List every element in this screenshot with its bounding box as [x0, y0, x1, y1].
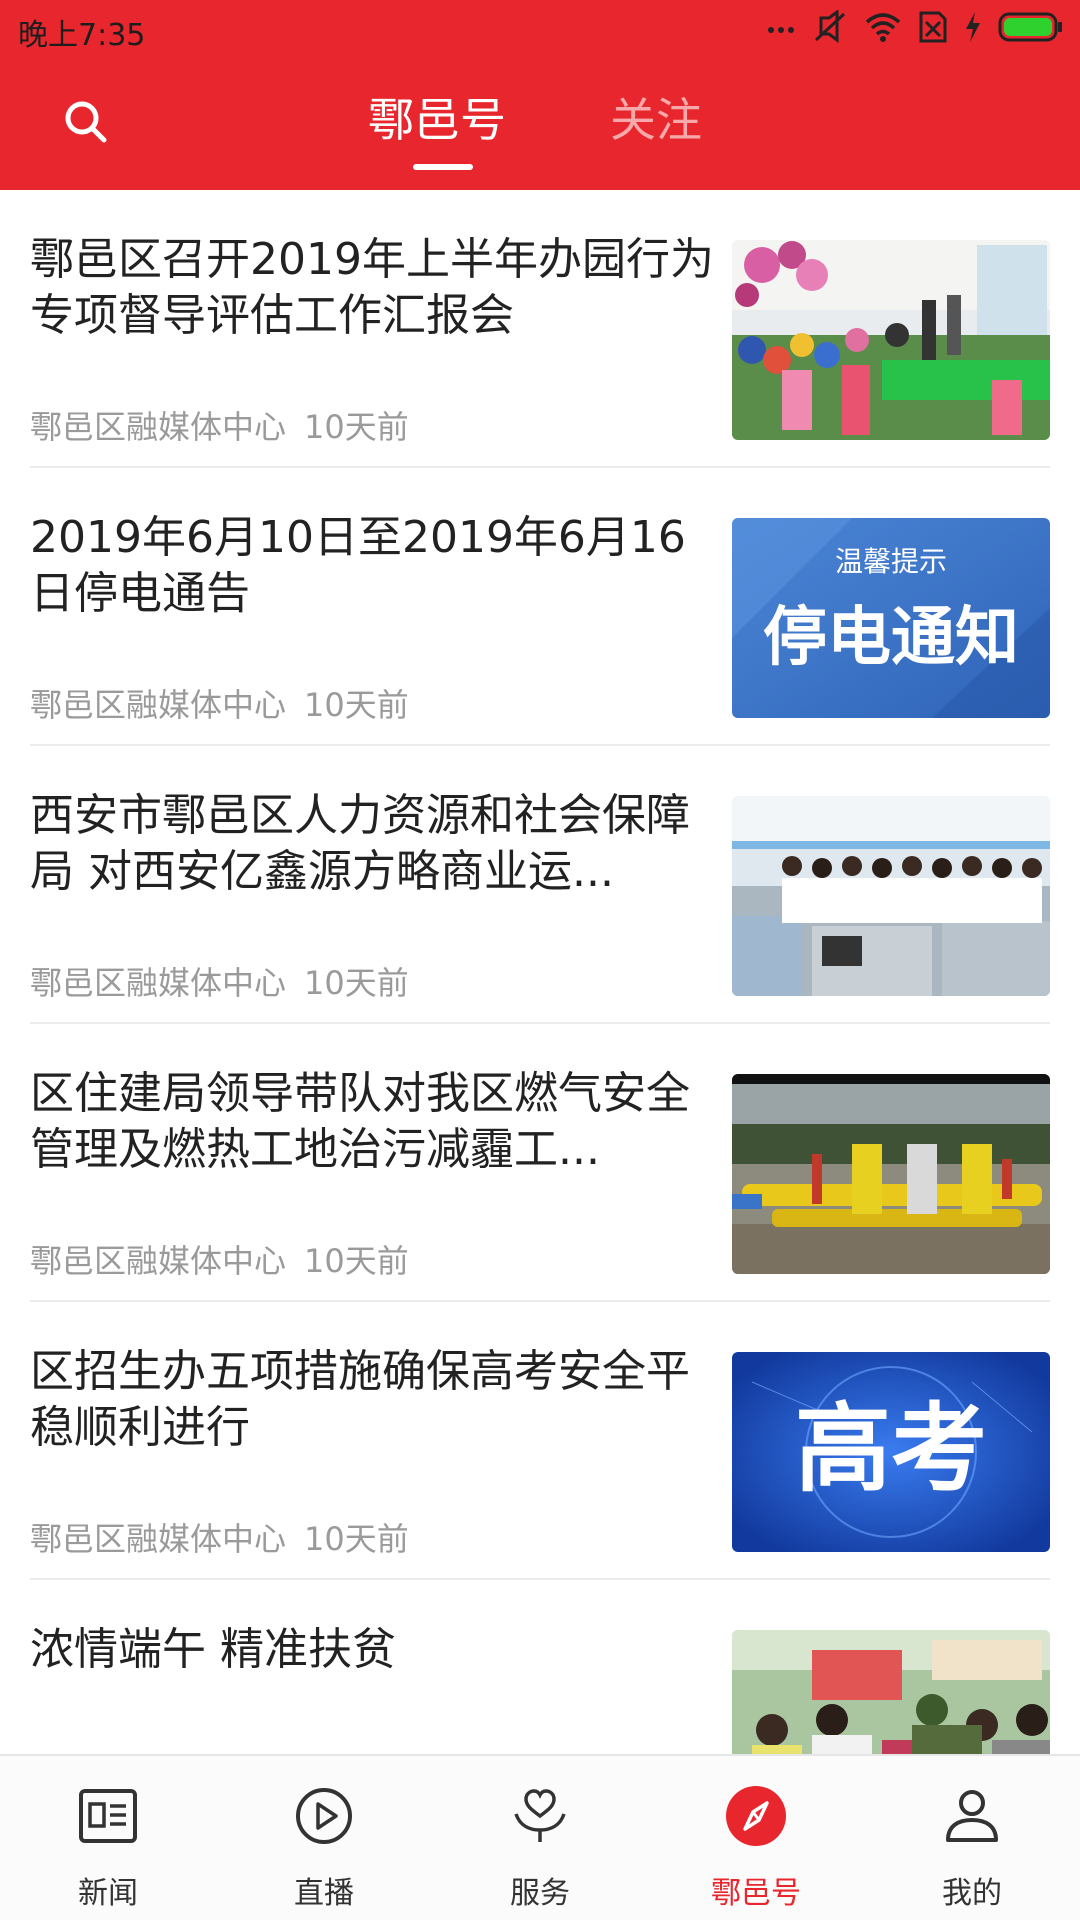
gaokao-thumbnail[interactable]: 高考 — [732, 1352, 1050, 1552]
battery-icon — [998, 11, 1064, 43]
search-icon — [62, 98, 110, 150]
wifi-icon — [864, 10, 902, 44]
news-source: 鄠邑区融媒体中心 — [30, 964, 287, 1002]
sim-off-icon — [918, 10, 948, 44]
nav-label: 我的 — [942, 1876, 1002, 1911]
kindergarten-classroom-thumbnail[interactable] — [732, 240, 1050, 440]
newspaper-icon — [76, 1784, 140, 1848]
news-item[interactable]: 鄠邑区召开2019年上半年办园行为专项督导评估工作汇报会 鄠邑区融媒体中心 10天… — [30, 190, 1050, 468]
tab-huyi-hao[interactable]: 鄠邑号 — [368, 90, 506, 150]
nav-item-news[interactable]: 新闻 — [0, 1756, 216, 1920]
thumbnail-caption-main: 高考 — [795, 1393, 987, 1505]
news-title: 区住建局领导带队对我区燃气安全管理及燃热工地治污减霾工... — [30, 1068, 690, 1175]
festival-event-thumbnail[interactable] — [732, 1630, 1050, 1754]
nav-item-live[interactable]: 直播 — [216, 1756, 432, 1920]
play-circle-icon — [292, 1784, 356, 1848]
news-feed[interactable]: 鄠邑区召开2019年上半年办园行为专项督导评估工作汇报会 鄠邑区融媒体中心 10天… — [0, 190, 1080, 1754]
gas-station-thumbnail[interactable] — [732, 1074, 1050, 1274]
news-meta: 鄠邑区融媒体中心 10天前 — [30, 402, 409, 448]
news-meta: 鄠邑区融媒体中心 10天前 — [30, 1236, 409, 1282]
bottom-nav: 新闻 直播 服务 鄠邑号 我的 — [0, 1754, 1080, 1920]
news-item[interactable]: 西安市鄠邑区人力资源和社会保障局 对西安亿鑫源方略商业运... 鄠邑区融媒体中心… — [30, 746, 1050, 1024]
app-header: 晚上7:35 鄠邑号 关注 — [0, 0, 1080, 190]
compass-icon — [724, 1784, 788, 1848]
news-item[interactable]: 浓情端午 精准扶贫 — [30, 1580, 1050, 1754]
status-icons — [766, 10, 1064, 44]
news-time: 10天前 — [304, 408, 409, 446]
news-meta: 鄠邑区融媒体中心 10天前 — [30, 1514, 409, 1560]
mute-icon — [812, 10, 848, 44]
nav-label: 新闻 — [78, 1876, 138, 1911]
nav-label: 服务 — [510, 1876, 570, 1911]
power-outage-thumbnail[interactable]: 温馨提示 停电通知 — [732, 518, 1050, 718]
news-time: 10天前 — [304, 1242, 409, 1280]
news-meta: 鄠邑区融媒体中心 10天前 — [30, 680, 409, 726]
nav-label: 鄠邑号 — [711, 1876, 801, 1911]
nav-item-services[interactable]: 服务 — [432, 1756, 648, 1920]
news-item[interactable]: 2019年6月10日至2019年6月16日停电通告 鄠邑区融媒体中心 10天前 温… — [30, 468, 1050, 746]
nav-label: 直播 — [294, 1876, 354, 1911]
user-icon — [940, 1784, 1004, 1848]
news-source: 鄠邑区融媒体中心 — [30, 686, 287, 724]
news-time: 10天前 — [304, 964, 409, 1002]
thumbnail-caption-main: 停电通知 — [763, 601, 1019, 675]
heart-hands-icon — [508, 1784, 572, 1848]
news-time: 10天前 — [304, 686, 409, 724]
nav-item-huyi-hao[interactable]: 鄠邑号 — [648, 1756, 864, 1920]
news-meta: 鄠邑区融媒体中心 10天前 — [30, 958, 409, 1004]
news-source: 鄠邑区融媒体中心 — [30, 408, 287, 446]
news-source: 鄠邑区融媒体中心 — [30, 1242, 287, 1280]
news-item[interactable]: 区住建局领导带队对我区燃气安全管理及燃热工地治污减霾工... 鄠邑区融媒体中心 1… — [30, 1024, 1050, 1302]
news-title: 西安市鄠邑区人力资源和社会保障局 对西安亿鑫源方略商业运... — [30, 790, 690, 897]
news-item[interactable]: 区招生办五项措施确保高考安全平稳顺利进行 鄠邑区融媒体中心 10天前 高考 — [30, 1302, 1050, 1580]
news-source: 鄠邑区融媒体中心 — [30, 1520, 287, 1558]
news-title: 浓情端午 精准扶贫 — [30, 1624, 396, 1675]
thumbnail-caption-small: 温馨提示 — [834, 545, 947, 578]
nav-item-mine[interactable]: 我的 — [864, 1756, 1080, 1920]
active-tab-indicator — [413, 164, 473, 170]
tab-follow[interactable]: 关注 — [610, 90, 702, 150]
search-button[interactable] — [58, 96, 114, 152]
status-time: 晚上7:35 — [18, 18, 146, 53]
more-dots-icon — [766, 12, 796, 42]
charging-icon — [964, 10, 982, 44]
status-bar: 晚上7:35 — [0, 0, 1080, 56]
tab-row: 鄠邑号 关注 — [0, 70, 1080, 190]
office-staff-thumbnail[interactable] — [732, 796, 1050, 996]
news-time: 10天前 — [304, 1520, 409, 1558]
news-title: 区招生办五项措施确保高考安全平稳顺利进行 — [30, 1346, 690, 1453]
news-title: 2019年6月10日至2019年6月16日停电通告 — [30, 512, 686, 619]
news-title: 鄠邑区召开2019年上半年办园行为专项督导评估工作汇报会 — [30, 234, 714, 341]
